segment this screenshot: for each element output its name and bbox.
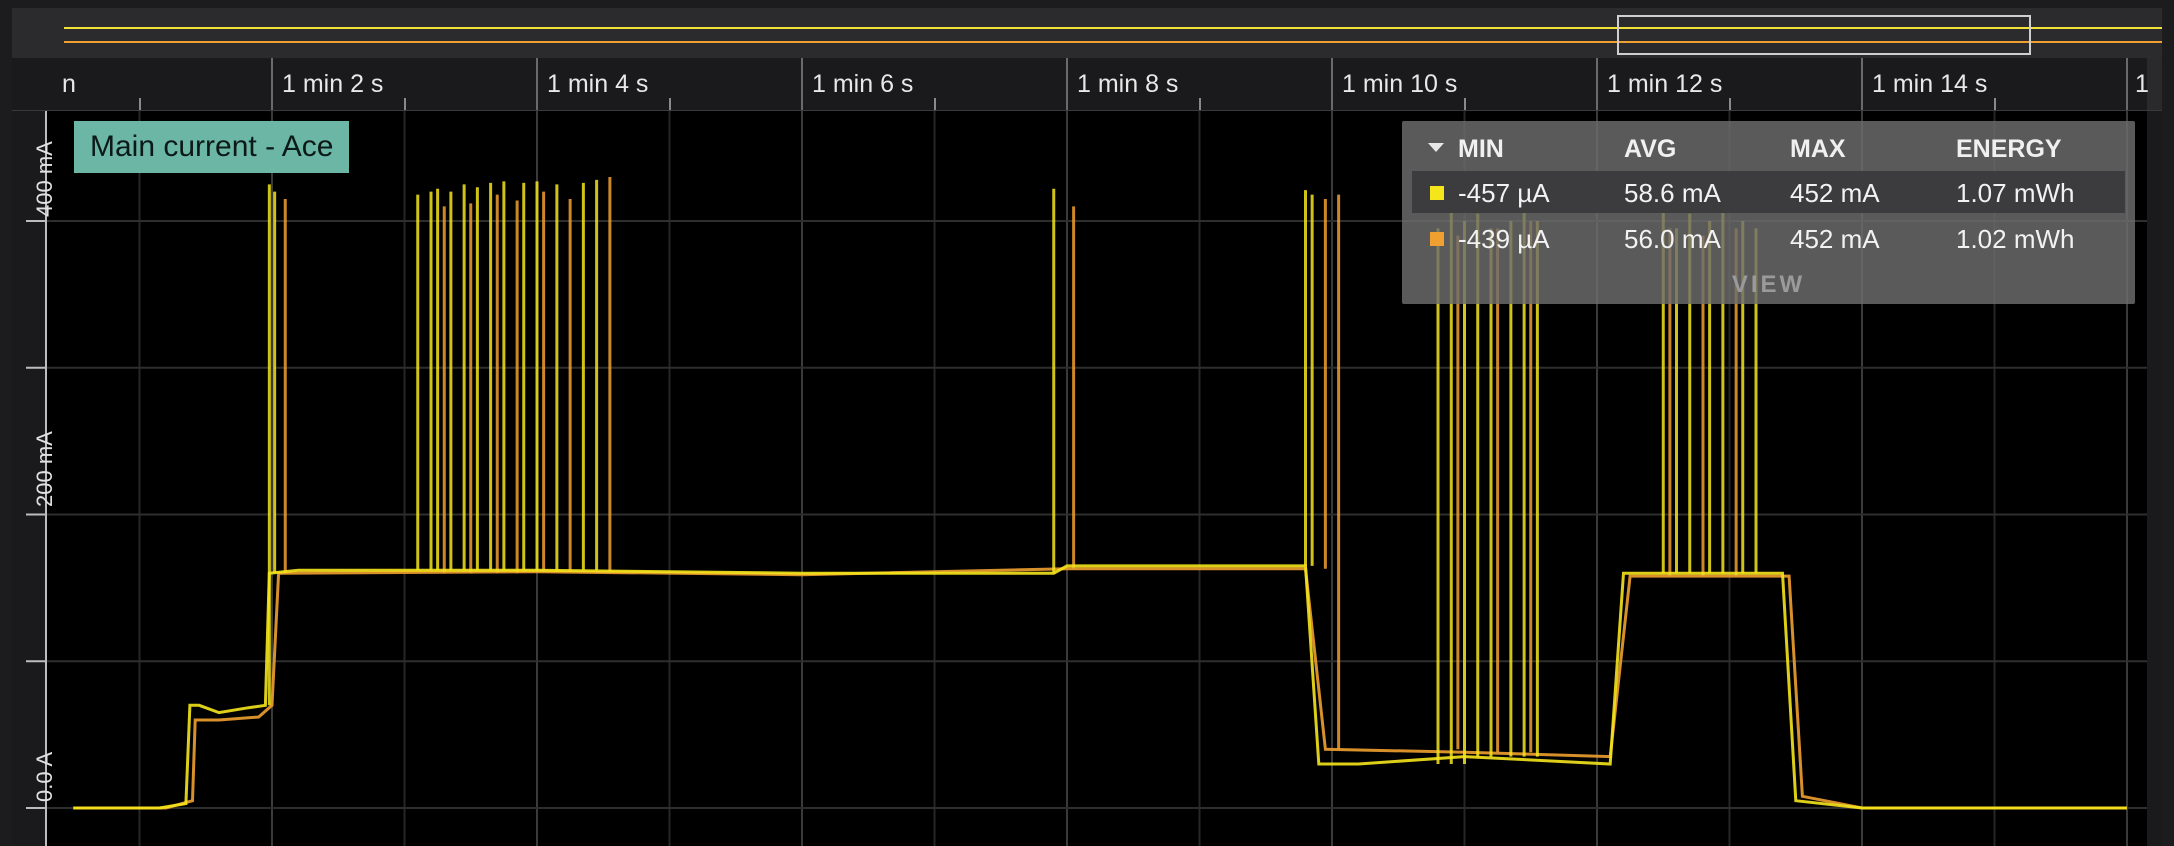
stats-header-max: MAX xyxy=(1790,135,1846,163)
stats-row[interactable]: -439 µA 56.0 mA 452 mA 1.02 mWh xyxy=(1412,217,2125,259)
time-tick-label: 1 min 8 s xyxy=(1077,70,1179,98)
stats-header-min: MIN xyxy=(1458,135,1504,163)
y-tick-label-0: 0.0 A xyxy=(32,751,57,802)
time-tick-label: 1 min 6 s xyxy=(812,70,914,98)
stat-energy: 1.02 mWh xyxy=(1956,224,2075,254)
stat-min: -457 µA xyxy=(1458,178,1550,208)
channel-label[interactable]: Main current - Ace xyxy=(74,121,350,173)
time-tick-label: 1 min 10 s xyxy=(1342,70,1458,98)
trace-baseline xyxy=(73,567,2127,810)
plot-right-edge xyxy=(2147,111,2162,846)
series-color-swatch xyxy=(1430,186,1444,200)
stat-max: 452 mA xyxy=(1790,224,1880,254)
time-tick-label: 1 xyxy=(2135,70,2149,98)
stats-panel: MIN AVG MAX ENERGY -457 µA 58.6 mA 452 m… xyxy=(1402,121,2135,304)
minimap-svg xyxy=(64,15,2162,55)
series-color-swatch xyxy=(1430,232,1444,246)
stats-row[interactable]: -457 µA 58.6 mA 452 mA 1.07 mWh xyxy=(1412,171,2125,213)
time-tick-label: n xyxy=(62,70,76,98)
time-tick-label: 1 min 14 s xyxy=(1872,70,1988,98)
trace-baseline xyxy=(73,564,2127,810)
stat-min: -439 µA xyxy=(1458,224,1550,254)
stats-header-avg: AVG xyxy=(1624,135,1677,163)
stat-max: 452 mA xyxy=(1790,178,1880,208)
y-tick-label-400: 400 mA xyxy=(32,141,57,217)
collapse-caret-icon[interactable] xyxy=(1428,143,1444,153)
stats-header-energy: ENERGY xyxy=(1956,135,2062,163)
y-tick-label-200: 200 mA xyxy=(32,431,57,507)
axis-right-edge xyxy=(2147,58,2162,110)
minimap-viewport-window[interactable] xyxy=(1617,15,2031,55)
view-button[interactable]: VIEW xyxy=(1402,271,2135,299)
stat-avg: 56.0 mA xyxy=(1624,224,1721,254)
time-tick-label: 1 min 4 s xyxy=(547,70,649,98)
time-tick-label: 1 min 2 s xyxy=(282,70,384,98)
time-tick-label: 1 min 12 s xyxy=(1607,70,1723,98)
stat-energy: 1.07 mWh xyxy=(1956,178,2075,208)
stat-avg: 58.6 mA xyxy=(1624,178,1721,208)
time-axis[interactable]: n 1 min 2 s 1 min 4 s 1 min 6 s 1 min 8 … xyxy=(12,58,2162,111)
overview-minimap[interactable] xyxy=(12,8,2162,58)
